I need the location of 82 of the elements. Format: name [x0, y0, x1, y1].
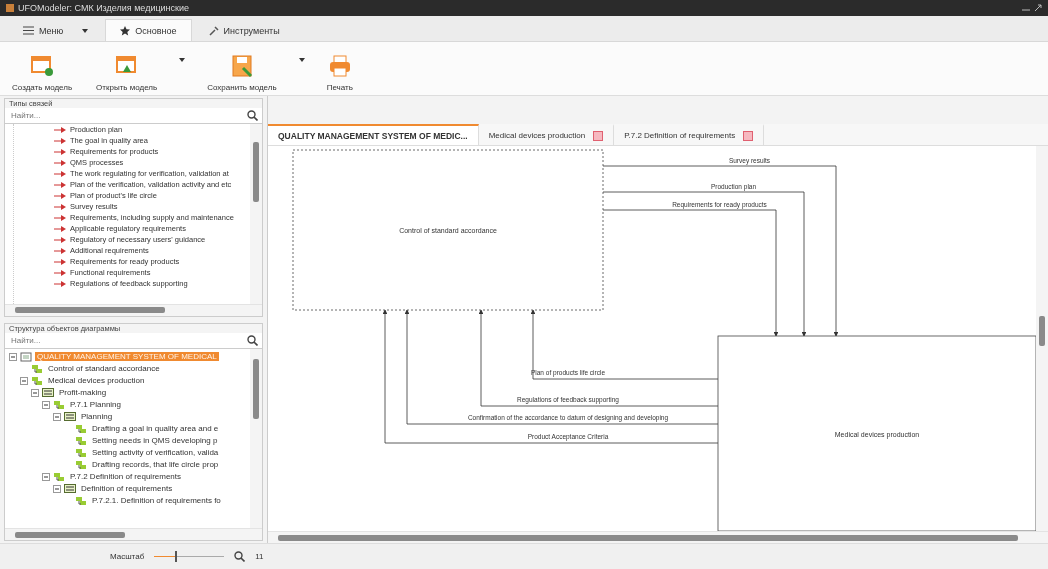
expand-toggle[interactable]: [31, 388, 39, 397]
scrollbar[interactable]: [5, 303, 262, 316]
tree-item[interactable]: Drafting records, that life circle prop: [90, 460, 221, 469]
ribbon-tab[interactable]: Инструменты: [193, 19, 295, 41]
arrow-icon: [54, 170, 66, 177]
arrow-icon: [54, 214, 66, 221]
arrow-icon: [54, 280, 66, 287]
tree-item[interactable]: P.7.2.1. Definition of requirements fo: [90, 496, 223, 505]
expand-toggle[interactable]: [42, 472, 50, 481]
arrow-icon: [54, 137, 66, 144]
search-field[interactable]: Найти...: [9, 110, 247, 121]
expand-toggle[interactable]: [53, 412, 61, 421]
search-icon[interactable]: [247, 110, 258, 121]
window-title: UFOModeler: СМК Изделия медицинские: [18, 3, 191, 13]
tree-item[interactable]: Profit-making: [57, 388, 109, 397]
block-icon: [31, 375, 43, 386]
caret-icon[interactable]: [298, 58, 305, 62]
block-icon: [53, 399, 65, 410]
star-icon: [120, 25, 131, 36]
ribbon-tab[interactable]: Основное: [105, 19, 192, 41]
diagram-icon: [42, 388, 54, 397]
ribbon-tab[interactable]: Меню: [8, 19, 104, 41]
scale-label: Масштаб: [110, 552, 145, 561]
block-icon: [31, 363, 43, 374]
zoom-value: 11: [255, 552, 264, 561]
tools-icon: [208, 25, 219, 36]
document-tab[interactable]: QUALITY MANAGEMENT SYSTEM OF MEDIC...: [268, 124, 479, 145]
scrollbar[interactable]: [5, 528, 262, 540]
arrow-icon: [54, 236, 66, 243]
save-icon: [229, 54, 254, 78]
tree-item[interactable]: Control of standard accordance: [46, 364, 162, 373]
menu-icon: [23, 26, 34, 35]
scrollbar[interactable]: [1036, 146, 1048, 531]
toolbar-button[interactable]: Сохранить модель: [205, 54, 279, 92]
search-icon[interactable]: [247, 334, 258, 346]
app-icon: [6, 4, 14, 12]
tree-item[interactable]: Setting activity of verification, valida: [90, 448, 221, 457]
close-icon[interactable]: [593, 130, 604, 141]
scrollbar[interactable]: [250, 124, 262, 304]
caret-icon[interactable]: [179, 58, 186, 62]
block-icon: [75, 423, 87, 434]
arrow-icon: [54, 159, 66, 166]
scrollbar[interactable]: [268, 531, 1048, 543]
toolbar-button[interactable]: Печать: [324, 54, 355, 92]
search-field[interactable]: Найти...: [9, 334, 247, 346]
arrow-icon: [54, 269, 66, 276]
diagram-icon: [64, 412, 76, 421]
model-icon: [20, 351, 32, 362]
block-icon: [75, 459, 87, 470]
diagram-icon: [64, 484, 76, 493]
close-icon[interactable]: [743, 130, 754, 141]
tree-item[interactable]: Definition of requirements: [79, 484, 175, 493]
tree-item[interactable]: Drafting a goal in quality area and e: [90, 424, 221, 433]
expand-toggle[interactable]: [42, 400, 50, 409]
toolbar-button[interactable]: Создать модель: [10, 54, 75, 92]
tree-item[interactable]: Medical devices production: [46, 376, 147, 385]
caret-icon: [82, 28, 89, 33]
arrow-icon: [54, 126, 66, 133]
arrow-icon: [54, 258, 66, 265]
arrow-icon: [54, 181, 66, 188]
expand-toggle[interactable]: [53, 484, 61, 493]
maximize-icon[interactable]: [1034, 4, 1042, 12]
arrow-icon: [54, 148, 66, 155]
arrow-icon: [54, 192, 66, 199]
expand-toggle[interactable]: [20, 376, 28, 385]
tree-item[interactable]: Planning: [79, 412, 115, 421]
expand-toggle[interactable]: [9, 352, 17, 361]
tree-item[interactable]: P.7.2 Definition of requirements: [68, 472, 184, 481]
block-icon: [75, 447, 87, 458]
arrow-icon: [54, 203, 66, 210]
toolbar-button[interactable]: Открыть модель: [94, 54, 160, 92]
tree-item[interactable]: Setting needs in QMS developing p: [90, 436, 220, 445]
scrollbar[interactable]: [250, 348, 262, 528]
search-icon[interactable]: [234, 551, 246, 562]
block-icon: [75, 495, 87, 506]
new-model-icon: [30, 54, 55, 78]
arrow-icon: [54, 225, 66, 232]
tree-item[interactable]: P.7.1 Planning: [68, 400, 123, 409]
printer-icon: [327, 54, 352, 78]
block-icon: [53, 471, 65, 482]
block-icon: [75, 435, 87, 446]
arrow-icon: [54, 247, 66, 254]
